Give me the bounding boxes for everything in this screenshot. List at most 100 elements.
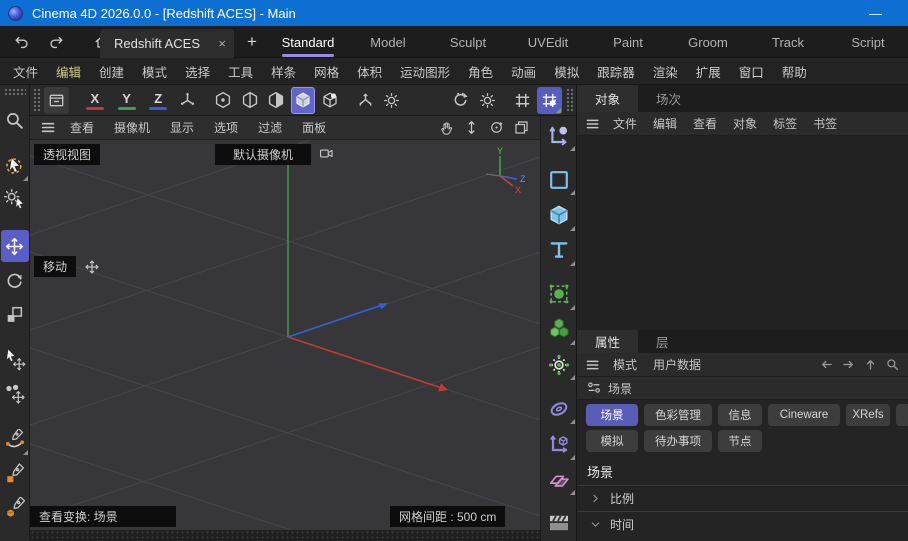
reset-settings-button[interactable] [475,87,500,114]
live-selection-button[interactable] [1,150,29,182]
primitive-object-button[interactable] [542,198,576,231]
view-label[interactable]: 透视视图 [34,144,101,165]
pan-hand-icon[interactable] [438,119,455,136]
menu-animate[interactable]: 动画 [502,62,545,81]
menu-extensions[interactable]: 扩展 [687,62,730,81]
mode-object-label[interactable]: 场景 [608,380,632,397]
coordinate-system-button[interactable] [175,87,200,114]
object-axis-mode-button[interactable] [317,87,342,114]
model-mode-button[interactable] [290,86,316,114]
polygons-mode-button[interactable] [264,87,289,114]
chip-color-management[interactable]: 色彩管理 [644,404,712,426]
document-tab[interactable]: Redshift ACES × [100,29,234,58]
attributes-menu-icon[interactable] [585,357,601,373]
viewport-menu-view[interactable]: 查看 [60,119,104,136]
layout-tab-track[interactable]: Track [748,26,828,58]
am-menu-mode[interactable]: 模式 [605,356,645,373]
parent-up-icon[interactable] [863,357,878,372]
chip-info[interactable]: 信息 [718,404,762,426]
layout-tab-script[interactable]: Script [828,26,908,58]
om-menu-objects[interactable]: 对象 [725,115,765,132]
chip-nodes[interactable]: 节点 [718,430,762,452]
workplane-button[interactable] [353,87,378,114]
sketch-pen-button[interactable] [1,458,29,490]
leftbar-drag-handle[interactable] [3,88,26,96]
polygon-pen-button[interactable] [1,492,29,524]
chip-xrefs[interactable]: XRefs [846,404,890,426]
object-manager-tab-takes[interactable]: 场次 [638,85,699,112]
menu-help[interactable]: 帮助 [773,62,816,81]
axis-x-lock-button[interactable]: X [83,88,107,113]
menu-select[interactable]: 选择 [176,62,219,81]
rotate-tool-button[interactable] [1,264,29,296]
viewport-menu-filter[interactable]: 过滤 [248,119,292,136]
viewport-canvas[interactable]: 透视视图 默认摄像机 Y Z X 移动 查看变换: 场景 网格间距 : 500 … [30,140,540,530]
om-menu-edit[interactable]: 编辑 [645,115,685,132]
section-time[interactable]: 时间 [577,511,908,537]
camera-switch-icon[interactable] [318,145,335,162]
layout-tab-uvedit[interactable]: UVEdit [508,26,588,58]
toolbar-drag-handle-right[interactable] [565,88,573,112]
menu-tracker[interactable]: 跟踪器 [588,62,644,81]
mode-toggle-icon[interactable] [586,380,602,396]
viewport-menu-display[interactable]: 显示 [160,119,204,136]
deformer-button[interactable] [542,392,576,425]
am-menu-userdata[interactable]: 用户数据 [645,356,709,373]
om-menu-bookmarks[interactable]: 书签 [805,115,845,132]
orbit-icon[interactable] [488,119,505,136]
edges-mode-button[interactable] [237,87,262,114]
project-box-button[interactable] [44,86,69,114]
menu-window[interactable]: 窗口 [730,62,773,81]
layout-tab-standard[interactable]: Standard [268,26,348,58]
tool-settings-button[interactable] [1,184,29,216]
menu-mode[interactable]: 模式 [133,62,176,81]
menu-simulate[interactable]: 模拟 [545,62,588,81]
object-manager-tab-objects[interactable]: 对象 [577,85,639,112]
camera-label[interactable]: 默认摄像机 [215,144,311,165]
chip-todo[interactable]: 待办事项 [644,430,712,452]
chip-scene[interactable]: 场景 [586,404,638,426]
minimize-button[interactable]: — [869,6,882,21]
scale-tool-button[interactable] [1,298,29,330]
arrange-tool-button[interactable] [1,378,29,410]
object-list[interactable] [577,136,908,330]
om-menu-tags[interactable]: 标签 [765,115,805,132]
chip-cineware[interactable]: Cineware [768,404,840,426]
chip-simulation[interactable]: 模拟 [586,430,638,452]
menu-character[interactable]: 角色 [459,62,502,81]
menu-file[interactable]: 文件 [4,62,47,81]
reset-psr-button[interactable] [448,87,473,114]
transform-tool-button[interactable] [1,344,29,376]
layout-tab-sculpt[interactable]: Sculpt [428,26,508,58]
section-scale[interactable]: 比例 [577,485,908,511]
menu-mograph[interactable]: 运动图形 [391,62,459,81]
menu-render[interactable]: 渲染 [644,62,687,81]
pen-tool-button[interactable] [542,119,576,152]
spline-pen-button[interactable] [1,424,29,456]
search-tool-button[interactable] [1,104,29,136]
layout-tab-groom[interactable]: Groom [668,26,748,58]
redo-button[interactable] [44,30,68,54]
menu-create[interactable]: 创建 [90,62,133,81]
undo-button[interactable] [10,30,34,54]
timeline-button[interactable] [542,507,576,540]
field-object-button[interactable] [542,427,576,460]
axis-z-lock-button[interactable]: Z [146,88,170,113]
new-tab-button[interactable]: + [240,30,264,54]
move-tool-button[interactable] [0,230,29,262]
menu-mesh[interactable]: 网格 [305,62,348,81]
workplane-settings-button[interactable] [380,87,405,114]
toolbar-drag-handle[interactable] [33,88,41,112]
simulation-button[interactable] [542,348,576,381]
menu-spline[interactable]: 样条 [262,62,305,81]
om-menu-view[interactable]: 查看 [685,115,725,132]
layout-tab-model[interactable]: Model [348,26,428,58]
am-search-icon[interactable] [885,357,900,372]
maximize-icon[interactable] [513,119,530,136]
points-mode-button[interactable] [211,87,236,114]
menu-volume[interactable]: 体积 [348,62,391,81]
attributes-tab-layers[interactable]: 层 [638,330,687,353]
close-tab-icon[interactable]: × [218,36,226,51]
dolly-icon[interactable] [463,119,480,136]
history-back-icon[interactable] [819,357,834,372]
